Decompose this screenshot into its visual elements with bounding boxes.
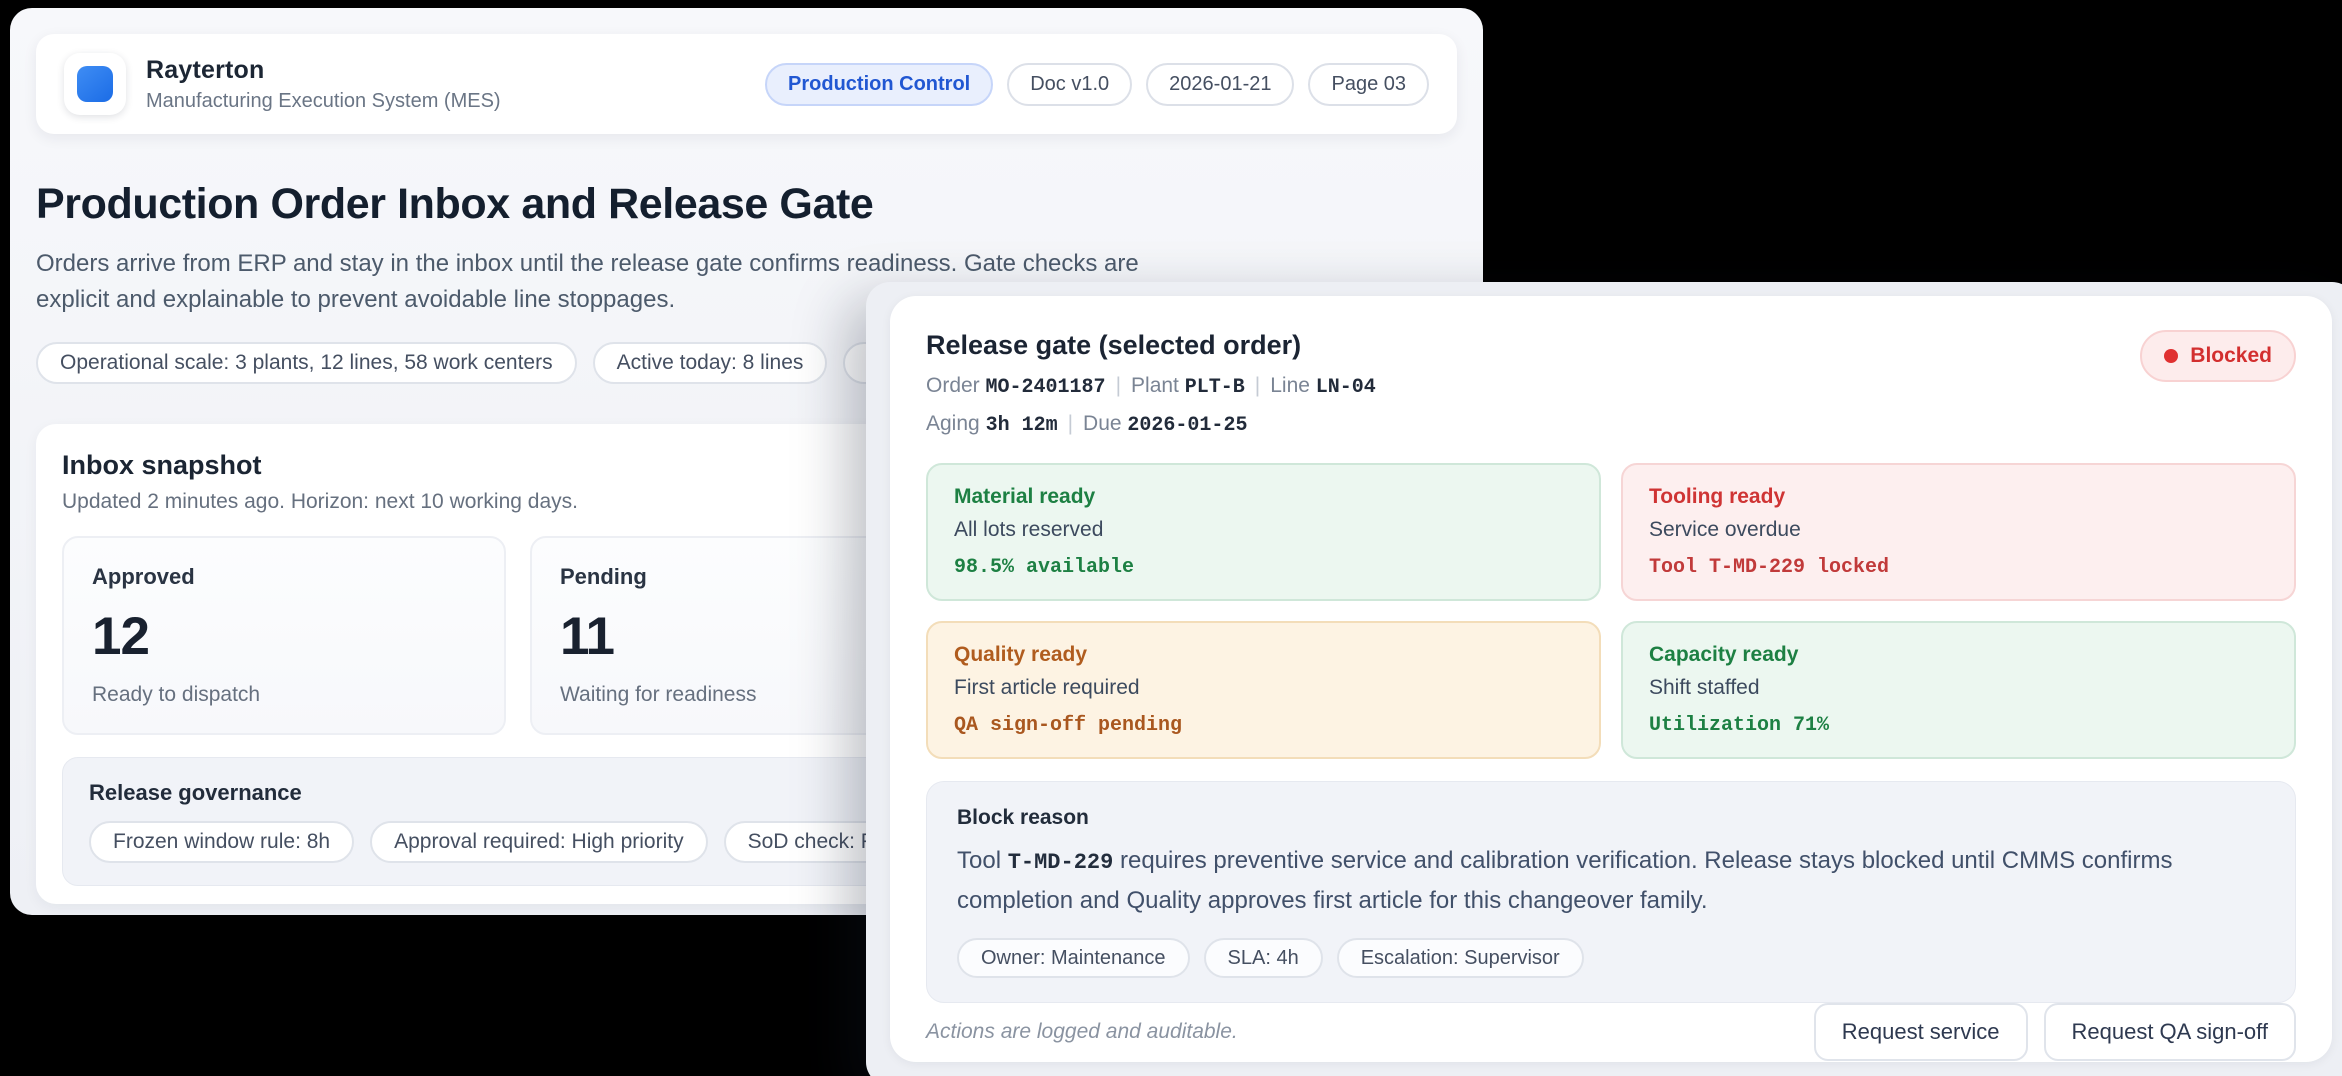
order-value: MO-2401187 [986,376,1106,399]
order-label: Order [926,374,980,397]
gate-metric: QA sign-off pending [954,714,1573,737]
gate-metric: Utilization 71% [1649,714,2268,737]
brand-name: Rayterton [146,56,501,85]
meta-pill-operational-scale: Operational scale: 3 plants, 12 lines, 5… [36,342,577,384]
release-gate-panel: Release gate (selected order) Order MO-2… [866,282,2342,1076]
header-badges: Production Control Doc v1.0 2026-01-21 P… [765,63,1429,106]
blocked-dot-icon [2164,349,2178,363]
badge-doc-version: Doc v1.0 [1007,63,1132,106]
due-value: 2026-01-25 [1127,414,1247,437]
release-gate-footer: Actions are logged and auditable. Reques… [926,1003,2296,1061]
block-pill-escalation: Escalation: Supervisor [1337,938,1584,978]
gate-card-tooling: Tooling ready Service overdue Tool T-MD-… [1621,463,2296,601]
gate-metric: 98.5% available [954,556,1573,579]
line-value: LN-04 [1316,376,1376,399]
block-reason-text-pre: Tool [957,847,1008,874]
request-qa-signoff-button[interactable]: Request QA sign-off [2044,1003,2297,1061]
stat-label: Approved [92,564,476,590]
due-label: Due [1083,412,1122,435]
aging-value: 3h 12m [986,414,1058,437]
aging-label: Aging [926,412,980,435]
block-pill-owner: Owner: Maintenance [957,938,1190,978]
brand: Rayterton Manufacturing Execution System… [64,53,501,115]
gate-detail: Shift staffed [1649,676,2268,700]
gate-card-material: Material ready All lots reserved 98.5% a… [926,463,1601,601]
footer-actions: Request service Request QA sign-off [1814,1003,2296,1061]
gate-card-capacity: Capacity ready Shift staffed Utilization… [1621,621,2296,759]
block-pill-sla: SLA: 4h [1204,938,1323,978]
badge-page-number: Page 03 [1308,63,1429,106]
gate-title: Capacity ready [1649,643,2268,667]
block-reason-pills: Owner: Maintenance SLA: 4h Escalation: S… [957,938,2265,978]
block-reason-text-post: requires preventive service and calibrat… [957,847,2172,914]
screenshot-stage: Rayterton Manufacturing Execution System… [0,0,2342,1076]
separator: | [1245,374,1270,397]
gate-detail: First article required [954,676,1573,700]
governance-pill-frozen-window: Frozen window rule: 8h [89,821,354,863]
status-badge: Blocked [2140,330,2296,382]
separator: | [1058,412,1083,435]
gate-check-grid: Material ready All lots reserved 98.5% a… [926,463,2296,759]
gate-title: Material ready [954,485,1573,509]
plant-value: PLT-B [1185,376,1245,399]
brand-subtitle: Manufacturing Execution System (MES) [146,90,501,113]
stat-caption: Ready to dispatch [92,683,476,707]
block-reason-text: Tool T-MD-229 requires preventive servic… [957,842,2265,920]
stat-card-approved: Approved 12 Ready to dispatch [62,536,506,735]
page-title: Production Order Inbox and Release Gate [36,180,1457,229]
gate-title: Tooling ready [1649,485,2268,509]
block-reason-title: Block reason [957,806,2265,830]
gate-detail: All lots reserved [954,518,1573,542]
block-reason-box: Block reason Tool T-MD-229 requires prev… [926,781,2296,1003]
release-gate-title: Release gate (selected order) [926,330,1376,361]
order-meta-line: Order MO-2401187|Plant PLT-B|Line LN-04 [926,374,1376,399]
status-badge-label: Blocked [2190,344,2272,368]
meta-pill-active-today: Active today: 8 lines [593,342,828,384]
brand-logo [64,53,126,115]
brand-logo-icon [77,66,113,102]
gate-title: Quality ready [954,643,1573,667]
block-reason-tool-id: T-MD-229 [1008,850,1114,875]
footer-note: Actions are logged and auditable. [926,1020,1238,1044]
request-service-button[interactable]: Request service [1814,1003,2028,1061]
gate-card-quality: Quality ready First article required QA … [926,621,1601,759]
gate-detail: Service overdue [1649,518,2268,542]
line-label: Line [1270,374,1310,397]
release-gate-header: Release gate (selected order) Order MO-2… [926,330,2296,437]
governance-pill-approval-required: Approval required: High priority [370,821,707,863]
separator: | [1106,374,1131,397]
plant-label: Plant [1131,374,1179,397]
page-header-card: Rayterton Manufacturing Execution System… [36,34,1457,134]
stat-value: 12 [92,606,476,667]
gate-metric: Tool T-MD-229 locked [1649,556,2268,579]
aging-meta-line: Aging 3h 12m|Due 2026-01-25 [926,412,1376,437]
badge-production-control: Production Control [765,63,993,106]
badge-date: 2026-01-21 [1146,63,1294,106]
release-gate-card: Release gate (selected order) Order MO-2… [890,296,2332,1062]
